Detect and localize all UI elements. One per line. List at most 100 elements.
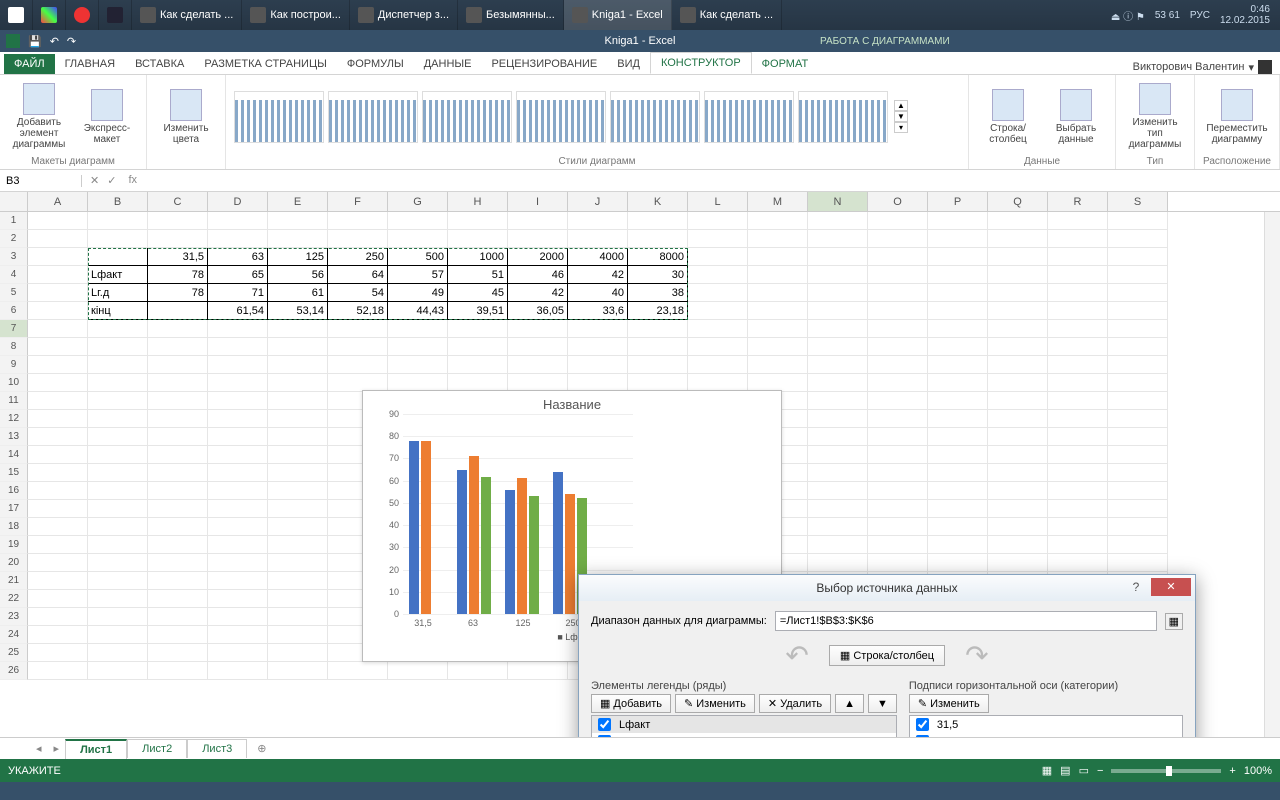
- cell[interactable]: [928, 428, 988, 446]
- cell[interactable]: 23,18: [628, 302, 688, 320]
- cell[interactable]: 45: [448, 284, 508, 302]
- cell[interactable]: [88, 320, 148, 338]
- qat-undo-icon[interactable]: ↶: [50, 35, 59, 48]
- cell[interactable]: [568, 338, 628, 356]
- cell[interactable]: 8000: [628, 248, 688, 266]
- cell[interactable]: [988, 248, 1048, 266]
- cell[interactable]: [868, 302, 928, 320]
- cell[interactable]: [268, 212, 328, 230]
- cell[interactable]: [988, 428, 1048, 446]
- cell[interactable]: [988, 518, 1048, 536]
- sheet-tab[interactable]: Лист1: [65, 739, 127, 759]
- cell[interactable]: [928, 500, 988, 518]
- cell[interactable]: [268, 320, 328, 338]
- cell[interactable]: [808, 338, 868, 356]
- cell[interactable]: [1108, 464, 1168, 482]
- cell[interactable]: [868, 410, 928, 428]
- cell[interactable]: [988, 266, 1048, 284]
- sheet-nav-first-icon[interactable]: ◂: [30, 742, 48, 755]
- cell[interactable]: [148, 302, 208, 320]
- move-down-button[interactable]: ▼: [868, 694, 897, 713]
- cell[interactable]: [568, 356, 628, 374]
- cell[interactable]: [808, 464, 868, 482]
- sheet-nav-last-icon[interactable]: ▸: [48, 742, 66, 755]
- column-header[interactable]: S: [1108, 192, 1168, 211]
- cell[interactable]: 53,14: [268, 302, 328, 320]
- vertical-scrollbar[interactable]: [1264, 212, 1280, 737]
- row-header[interactable]: 4: [0, 266, 28, 284]
- cell[interactable]: [1048, 266, 1108, 284]
- cell[interactable]: Lг.д: [88, 284, 148, 302]
- cell[interactable]: [268, 410, 328, 428]
- cell[interactable]: [28, 230, 88, 248]
- qat-redo-icon[interactable]: ↷: [67, 35, 76, 48]
- cell[interactable]: [148, 212, 208, 230]
- cell[interactable]: [88, 518, 148, 536]
- cell[interactable]: [748, 356, 808, 374]
- cell[interactable]: [268, 572, 328, 590]
- cell[interactable]: [748, 284, 808, 302]
- cell[interactable]: 31,5: [148, 248, 208, 266]
- cell[interactable]: [28, 284, 88, 302]
- cell[interactable]: [808, 392, 868, 410]
- cell[interactable]: [1108, 212, 1168, 230]
- column-header[interactable]: A: [28, 192, 88, 211]
- column-header[interactable]: R: [1048, 192, 1108, 211]
- cell[interactable]: [148, 590, 208, 608]
- cell[interactable]: [208, 572, 268, 590]
- cell[interactable]: [148, 572, 208, 590]
- series-checkbox[interactable]: [598, 718, 611, 731]
- cell[interactable]: [268, 590, 328, 608]
- cell[interactable]: [988, 356, 1048, 374]
- column-header[interactable]: O: [868, 192, 928, 211]
- cell[interactable]: 57: [388, 266, 448, 284]
- cell[interactable]: [148, 482, 208, 500]
- cell[interactable]: [148, 500, 208, 518]
- series-list-item[interactable]: Lфакт: [592, 716, 896, 733]
- axis-checkbox[interactable]: [916, 718, 929, 731]
- cell[interactable]: [28, 572, 88, 590]
- cell[interactable]: [328, 320, 388, 338]
- switch-row-column-button-dialog[interactable]: ▦ Строка/столбец: [829, 645, 945, 666]
- column-header[interactable]: L: [688, 192, 748, 211]
- cell[interactable]: [388, 338, 448, 356]
- chart-styles-gallery[interactable]: [234, 91, 888, 143]
- cell[interactable]: [628, 356, 688, 374]
- series-list[interactable]: Lфакт Lг.д кінц: [591, 715, 897, 737]
- cell[interactable]: [328, 212, 388, 230]
- cell[interactable]: [1048, 464, 1108, 482]
- cell[interactable]: [268, 626, 328, 644]
- cell[interactable]: Lфакт: [88, 266, 148, 284]
- cell[interactable]: [208, 482, 268, 500]
- cell[interactable]: [148, 338, 208, 356]
- cell[interactable]: [748, 320, 808, 338]
- cell[interactable]: [928, 302, 988, 320]
- cell[interactable]: [988, 320, 1048, 338]
- cell[interactable]: [88, 536, 148, 554]
- add-chart-element-button[interactable]: Добавить элемент диаграммы: [8, 83, 70, 150]
- cell[interactable]: [988, 482, 1048, 500]
- cell[interactable]: [988, 500, 1048, 518]
- cell[interactable]: [28, 410, 88, 428]
- sheet-tab[interactable]: Лист2: [127, 739, 187, 758]
- cell[interactable]: [148, 392, 208, 410]
- cell[interactable]: [28, 662, 88, 680]
- cell[interactable]: [208, 392, 268, 410]
- cell[interactable]: [868, 374, 928, 392]
- row-header[interactable]: 8: [0, 338, 28, 356]
- cell[interactable]: [988, 302, 1048, 320]
- cell[interactable]: [748, 338, 808, 356]
- row-header[interactable]: 22: [0, 590, 28, 608]
- cell[interactable]: [928, 464, 988, 482]
- enter-icon[interactable]: ✓: [107, 174, 116, 187]
- cell[interactable]: [628, 338, 688, 356]
- row-header[interactable]: 3: [0, 248, 28, 266]
- cell[interactable]: [928, 410, 988, 428]
- cell[interactable]: [28, 608, 88, 626]
- cell[interactable]: [88, 356, 148, 374]
- row-header[interactable]: 23: [0, 608, 28, 626]
- cell[interactable]: [208, 536, 268, 554]
- cell[interactable]: [388, 230, 448, 248]
- cell[interactable]: [448, 356, 508, 374]
- cell[interactable]: [808, 266, 868, 284]
